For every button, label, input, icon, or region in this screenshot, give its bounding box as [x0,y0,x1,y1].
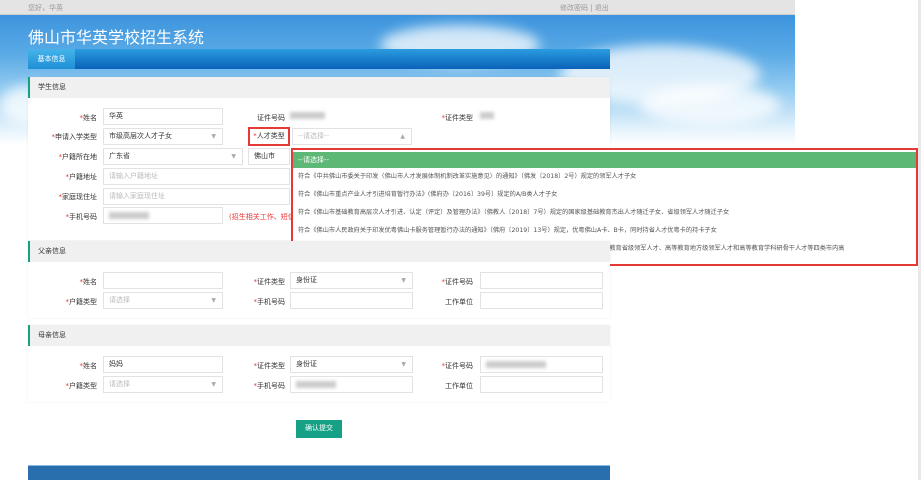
hukou-address-input[interactable]: 请输入户籍地址 [103,168,290,185]
chevron-up-icon: ▲ [400,133,405,140]
father-id-no-label: 证件号码 [445,278,473,286]
section-title: 母亲信息 [28,325,610,346]
scrollbar[interactable] [918,0,921,480]
mother-id-no-label: 证件号码 [445,362,473,370]
id-type-label: 证件类型 [445,114,473,122]
student-phone-input[interactable] [103,207,223,224]
talent-type-select[interactable]: --请选择-- ▲ [292,128,412,145]
id-no-value [290,111,325,119]
mother-id-no-input[interactable] [480,356,603,373]
admission-type-select[interactable]: 市级高层次人才子女 ▼ [103,128,223,145]
section-title: 父亲信息 [28,241,610,262]
submit-button[interactable]: 确认提交 [296,420,342,438]
section-title: 学生信息 [28,77,610,98]
mother-hukou-type-label: 户籍类型 [69,382,97,390]
admission-type-label: 申请入学类型 [55,133,97,141]
dropdown-option[interactable]: 符合《佛山市重点产业人才引进培育暂行办法》(佛府办〔2016〕39号）规定的A/… [293,186,916,204]
home-address-label: 家庭现住址 [62,193,97,201]
account-links[interactable]: 修改密码 | 退出 [560,3,609,13]
top-bar: 您好，华英 修改密码 | 退出 [0,0,795,15]
phone-label: 手机号码 [69,213,97,221]
mother-name-label: 姓名 [83,362,97,370]
id-type-value [480,111,494,119]
chevron-down-icon: ▼ [211,133,216,140]
mother-work-input[interactable] [480,376,603,393]
mother-phone-label: 手机号码 [257,382,285,390]
father-work-label: 工作单位 [445,298,473,306]
nav-bar: 基本信息 [28,49,610,69]
mother-id-type-label: 证件类型 [257,362,285,370]
hukou-location-label: 户籍所在地 [62,153,97,161]
dropdown-option[interactable]: 符合《佛山市基础教育高层次人才引进、认定（评定）及管理办法》（佛教人〔2018〕… [293,204,916,222]
talent-type-label-highlight: *人才类型 [248,127,290,146]
province-select[interactable]: 广东省 ▼ [103,148,243,165]
home-address-input[interactable]: 请输入家庭现住址 [103,188,290,205]
father-id-type-label: 证件类型 [257,278,285,286]
phone-hint: (招生相关工作、短信 [229,213,295,221]
footer-bar [28,465,610,480]
father-id-no-input[interactable] [480,272,603,289]
greeting: 您好，华英 [28,4,63,12]
tab-basic-info[interactable]: 基本信息 [28,49,75,69]
hukou-address-label: 户籍地址 [69,173,97,181]
mother-work-label: 工作单位 [445,382,473,390]
dropdown-option[interactable]: 符合《中共佛山市委关于印发〈佛山市人才发展体制机制改革实施意见〉的通知》（佛发〔… [293,168,916,186]
city-select[interactable]: 佛山市 [248,148,290,165]
chevron-down-icon: ▼ [231,153,236,160]
name-label: 姓名 [83,114,97,122]
id-no-label: 证件号码 [257,114,285,122]
dropdown-option[interactable]: 符合《佛山市人民政府关于印发优粤佛山卡服务管理暂行办法的通知》（佛府〔2019〕… [293,222,916,240]
dropdown-option-selected[interactable]: --请选择-- [293,152,916,168]
father-name-label: 姓名 [83,278,97,286]
father-hukou-type-label: 户籍类型 [69,298,97,306]
page-title: 佛山市华英学校招生系统 [28,28,205,47]
father-work-input[interactable] [480,292,603,309]
father-phone-label: 手机号码 [257,298,285,306]
